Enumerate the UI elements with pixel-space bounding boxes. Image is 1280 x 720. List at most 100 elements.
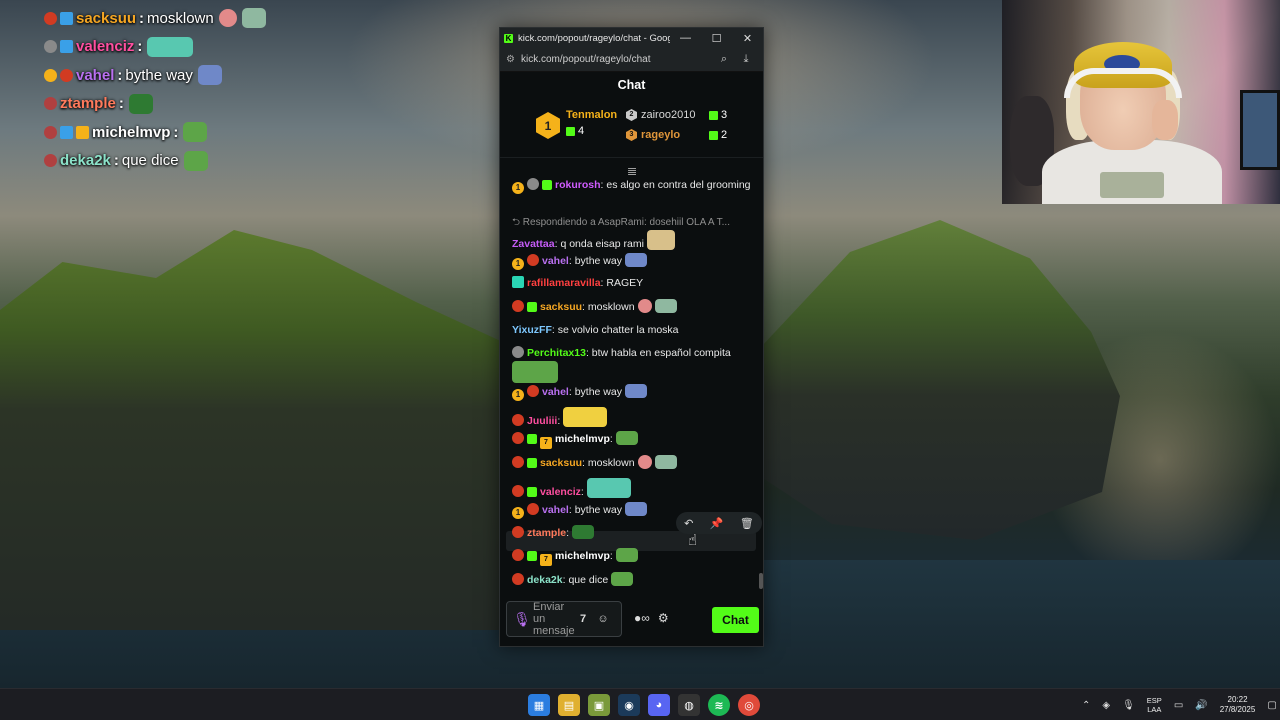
chat-input-placeholder[interactable]: Enviar un mensaje bbox=[533, 601, 575, 637]
expand-handle-icon[interactable]: ═ ═ bbox=[625, 165, 639, 180]
file-explorer-icon[interactable]: ▤ bbox=[558, 694, 580, 716]
window-titlebar[interactable]: K kick.com/popout/rageylo/chat - Google … bbox=[500, 28, 763, 48]
chat-username[interactable]: vahel bbox=[542, 386, 569, 398]
chat-message[interactable]: rafillamaravilla: RAGEY bbox=[512, 276, 752, 291]
pin-icon[interactable]: 📌 bbox=[710, 517, 724, 530]
chat-message[interactable]: 1 rokurosh: es algo en contra del groomin… bbox=[512, 178, 752, 194]
settings-icon[interactable]: ⚙ bbox=[658, 611, 669, 625]
taskbar-apps: ▦ ▤ ▣ ◉ ◕ ◍ ≋ ◎ bbox=[528, 694, 760, 716]
site-settings-icon[interactable]: ⚙ bbox=[506, 54, 515, 65]
microphone-tray-icon[interactable]: 🎙 bbox=[1122, 700, 1135, 711]
maximize-button[interactable]: ☐ bbox=[701, 32, 732, 45]
address-bar[interactable]: ⚙ kick.com/popout/rageylo/chat ⌕ ⤓ bbox=[500, 48, 763, 72]
microphone-icon[interactable]: 🎙 bbox=[511, 611, 533, 628]
app-icon[interactable]: ▣ bbox=[588, 694, 610, 716]
obs-icon[interactable]: ◍ bbox=[678, 694, 700, 716]
chat-message[interactable]: 1 vahel: bythe way bbox=[512, 253, 752, 270]
emoji-icon[interactable]: ☺ bbox=[593, 613, 613, 625]
gift-leaderboard[interactable]: 1 Tenmalon 4 2 zairoo2010 3 rageylo 3 2 ═ ═ bbox=[500, 98, 763, 180]
url-text[interactable]: kick.com/popout/rageylo/chat bbox=[521, 54, 713, 65]
chat-message[interactable]: YixuzFF: se volvio chatter la moska bbox=[512, 323, 752, 338]
chat-message[interactable]: 1 vahel: bythe way bbox=[512, 384, 752, 401]
chat-message[interactable]: sacksuu: mosklown bbox=[512, 299, 752, 315]
clown-emote-icon bbox=[218, 9, 237, 28]
overlay-message: deka2k: que dice bbox=[44, 147, 464, 176]
sub-badge-icon bbox=[527, 487, 537, 497]
delete-icon[interactable]: 🗑 bbox=[740, 517, 754, 530]
overlay-username: michelmvp bbox=[92, 123, 171, 141]
language-indicator[interactable]: ESP LAA bbox=[1147, 696, 1162, 714]
download-icon[interactable]: ⤓ bbox=[735, 53, 757, 66]
chat-message[interactable]: 7 michelmvp: bbox=[512, 431, 752, 449]
notifications-icon[interactable]: ▢ bbox=[1267, 700, 1276, 711]
overlay-text: bythe way bbox=[125, 66, 193, 84]
reply-context[interactable]: ⮌ Respondiendo a AsapRami: dosehiil OLA … bbox=[512, 215, 752, 230]
chat-message[interactable]: 7 michelmvp: bbox=[512, 548, 752, 566]
chat-username[interactable]: Zavattaa bbox=[512, 238, 555, 250]
badge-icon bbox=[44, 125, 57, 139]
chat-message[interactable]: ⮌ Respondiendo a AsapRami: dosehiil OLA … bbox=[512, 215, 752, 252]
volume-icon[interactable]: 🔊 bbox=[1195, 700, 1207, 711]
send-chat-button[interactable]: Chat bbox=[712, 607, 759, 633]
leader-1-name[interactable]: Tenmalon bbox=[566, 109, 617, 121]
badge-icon bbox=[512, 300, 524, 312]
chat-username[interactable]: vahel bbox=[542, 255, 569, 267]
leader-3[interactable]: 3 rageylo bbox=[626, 129, 680, 141]
chat-username[interactable]: Perchitax13 bbox=[527, 347, 586, 359]
chat-username[interactable]: michelmvp bbox=[555, 433, 610, 445]
badge-icon bbox=[60, 68, 73, 82]
reply-icon[interactable]: ↶ bbox=[684, 517, 693, 530]
scrollbar[interactable] bbox=[759, 573, 763, 589]
chat-message[interactable]: sacksuu: mosklown bbox=[512, 455, 752, 471]
network-icon[interactable]: ▭ bbox=[1174, 700, 1183, 711]
chat-text: : que dice bbox=[562, 574, 609, 586]
sub-badge-icon bbox=[527, 551, 537, 561]
chrome-icon[interactable]: ◎ bbox=[738, 694, 760, 716]
steam-icon[interactable]: ◉ bbox=[618, 694, 640, 716]
zoom-icon[interactable]: ⌕ bbox=[713, 53, 735, 66]
chat-input[interactable]: 🎙 Enviar un mensaje 7 ☺ bbox=[506, 601, 622, 637]
chat-text: : bythe way bbox=[568, 386, 622, 398]
7tv-emote-icon[interactable]: 7 bbox=[573, 613, 593, 625]
tray-overflow-icon[interactable]: ⌃ bbox=[1082, 700, 1090, 711]
leader-2[interactable]: 2 zairoo2010 bbox=[626, 109, 695, 121]
overlay-message: michelmvp: bbox=[44, 118, 464, 147]
chat-username[interactable]: sacksuu bbox=[540, 301, 582, 313]
chat-message[interactable]: Perchitax13: btw habla en español compit… bbox=[512, 346, 752, 385]
badge-icon bbox=[512, 526, 524, 538]
chat-username[interactable]: deka2k bbox=[527, 574, 563, 586]
security-icon[interactable]: ◈ bbox=[1102, 700, 1110, 711]
emote-icon bbox=[572, 525, 595, 539]
chat-text: : bythe way bbox=[568, 255, 622, 267]
chat-message[interactable]: deka2k: que dice bbox=[512, 572, 752, 588]
spotify-icon[interactable]: ≋ bbox=[708, 694, 730, 716]
system-tray: ⌃ ◈ 🎙 ESP LAA ▭ 🔊 20:22 27/8/2025 ▢ bbox=[1082, 695, 1277, 715]
badge-icon bbox=[527, 254, 539, 266]
chat-username[interactable]: michelmvp bbox=[555, 550, 610, 562]
chat-message[interactable]: Juuliii: bbox=[512, 407, 752, 429]
chat-message[interactable]: valenciz: bbox=[512, 478, 752, 500]
fly-emote-icon bbox=[241, 8, 266, 29]
badge-icon bbox=[512, 432, 524, 444]
start-icon[interactable]: ▦ bbox=[528, 694, 550, 716]
webcam-hand bbox=[1152, 100, 1178, 140]
chat-popup-window: K kick.com/popout/rageylo/chat - Google … bbox=[499, 27, 764, 647]
kick-points-icon[interactable]: ●∞ bbox=[634, 611, 650, 625]
chat-username[interactable]: ztample bbox=[527, 527, 566, 539]
discord-icon[interactable]: ◕ bbox=[648, 694, 670, 716]
mod-badge-icon bbox=[512, 276, 524, 288]
badge-icon: 7 bbox=[540, 554, 552, 566]
chat-username[interactable]: vahel bbox=[542, 504, 569, 516]
chat-username[interactable]: Juuliii bbox=[527, 415, 557, 427]
gifter-badge-icon: 1 bbox=[512, 507, 524, 519]
clock[interactable]: 20:22 27/8/2025 bbox=[1220, 695, 1256, 715]
chat-username[interactable]: sacksuu bbox=[540, 457, 582, 469]
badge-icon bbox=[76, 125, 89, 139]
close-button[interactable]: ✕ bbox=[732, 32, 763, 45]
chat-username[interactable]: rafillamaravilla bbox=[527, 277, 601, 289]
minimize-button[interactable]: — bbox=[670, 32, 701, 44]
clown-emote-icon bbox=[637, 299, 652, 313]
chat-username[interactable]: valenciz bbox=[540, 486, 581, 498]
chat-username[interactable]: rokurosh bbox=[555, 179, 601, 191]
chat-username[interactable]: YixuzFF bbox=[512, 324, 552, 336]
